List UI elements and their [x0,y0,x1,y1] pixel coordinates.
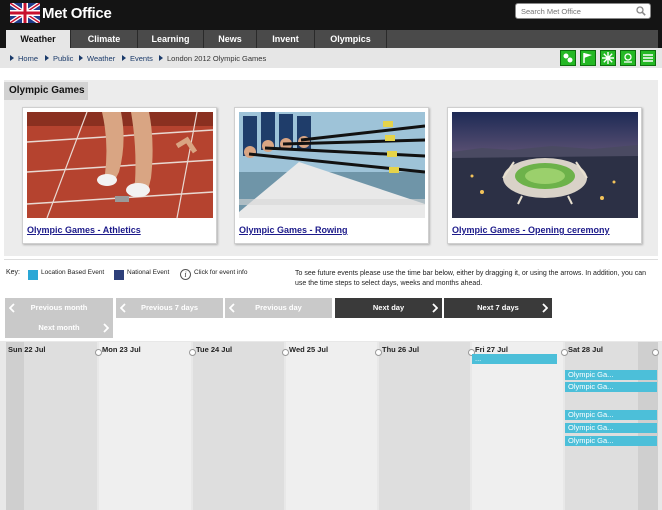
opening-ceremony-image[interactable] [452,112,638,218]
day-column-tue [193,342,284,510]
section-title: Olympic Games [4,82,88,100]
key-location-event: Location Based Event [41,269,105,276]
crumb-home[interactable]: Home [18,54,38,63]
national-event-swatch [114,270,124,280]
instructions-text: To see future events please use the time… [295,270,646,287]
logo-text: Met Office [42,4,112,22]
card-rowing[interactable]: Olympic Games - Rowing [234,107,429,244]
union-flag-icon [8,1,42,25]
event-bar[interactable]: Olympic Ga... [565,410,657,420]
next-month-button[interactable]: Next month [5,318,113,338]
chevron-right-icon [103,323,109,333]
day-label-mon: Mon 23 Jul [102,345,141,354]
day-column-sun [24,342,97,510]
tab-weather[interactable]: Weather [6,30,71,48]
tab-olympics[interactable]: Olympics [315,30,387,48]
chevron-left-icon [9,303,15,313]
tab-invent[interactable]: Invent [257,30,315,48]
tool-button-pollen[interactable] [560,50,576,66]
card-link-rowing[interactable]: Olympic Games - Rowing [239,225,348,235]
tab-learning[interactable]: Learning [138,30,204,48]
day-marker-icon [95,349,102,356]
crumb-arrow-icon [45,55,49,61]
tool-button-weather[interactable] [620,50,636,66]
event-bar[interactable]: Olympic Ga... [565,436,657,446]
previous-day-button[interactable]: Previous day [225,298,332,318]
day-column-mon [99,342,191,510]
crumb-arrow-icon [10,55,14,61]
flag-icon [583,53,592,63]
next-day-button[interactable]: Next day [335,298,442,318]
day-label-sun: Sun 22 Jul [8,345,46,354]
crumb-arrow-icon [79,55,83,61]
day-label-fri: Fri 27 Jul [475,345,508,354]
crumb-arrow-icon [122,55,126,61]
event-bar[interactable]: Olympic Ga... [565,423,657,433]
pollen-icon [563,53,573,63]
tool-button-menu[interactable] [640,50,656,66]
crumb-public[interactable]: Public [53,54,73,63]
day-marker-icon [561,349,568,356]
search-icon[interactable] [636,6,646,16]
day-marker-icon [375,349,382,356]
key-info: Click for event info [194,269,248,276]
section-divider [4,259,658,260]
event-bar-fri[interactable]: ... [472,354,557,364]
met-office-logo[interactable]: Met Office [8,1,112,25]
chevron-left-icon [229,303,235,313]
event-bar[interactable]: Olympic Ga... [565,370,657,380]
search-box [515,3,651,19]
search-input[interactable] [516,4,634,18]
day-label-wed: Wed 25 Jul [289,345,329,354]
day-marker-icon [189,349,196,356]
event-bar[interactable]: Olympic Ga... [565,382,657,392]
site-header: Met Office [0,0,662,27]
location-event-swatch [28,270,38,280]
chevron-left-icon [120,303,126,313]
day-label-sat: Sat 28 Jul [568,345,604,354]
menu-icon [643,54,653,62]
met-office-page: Met Office Weather Climate Learning News… [0,0,662,510]
day-column-wed [286,342,377,510]
rowing-image[interactable] [239,112,425,218]
card-opening-ceremony[interactable]: Olympic Games - Opening ceremony [447,107,642,244]
key-label: Key: [6,269,21,276]
day-marker-icon [652,349,659,356]
next-7-days-button[interactable]: Next 7 days [444,298,552,318]
day-label-tue: Tue 24 Jul [196,345,233,354]
weather-icon [624,53,632,63]
day-label-thu: Thu 26 Jul [382,345,420,354]
crumb-arrow-icon [159,55,163,61]
previous-month-button[interactable]: Previous month [5,298,113,318]
chevron-right-icon [432,303,438,313]
card-link-athletics[interactable]: Olympic Games - Athletics [27,225,141,235]
chevron-right-icon [542,303,548,313]
crumb-events[interactable]: Events [130,54,153,63]
day-gutter [6,342,24,510]
snowflake-icon [602,52,614,64]
day-column-thu [379,342,470,510]
tab-news[interactable]: News [204,30,257,48]
crumb-weather[interactable]: Weather [87,54,115,63]
crumb-current: London 2012 Olympic Games [167,54,267,63]
key-national-event: National Event [127,269,170,276]
tab-climate[interactable]: Climate [71,30,138,48]
tool-button-flag[interactable] [580,50,596,66]
card-athletics[interactable]: Olympic Games - Athletics [22,107,217,244]
tool-button-snow[interactable] [600,50,616,66]
card-link-opening-ceremony[interactable]: Olympic Games - Opening ceremony [452,225,610,235]
day-marker-icon [282,349,289,356]
info-icon: i [180,269,191,280]
athletics-image[interactable] [27,112,213,218]
day-column-fri [472,342,563,510]
previous-7-days-button[interactable]: Previous 7 days [116,298,223,318]
